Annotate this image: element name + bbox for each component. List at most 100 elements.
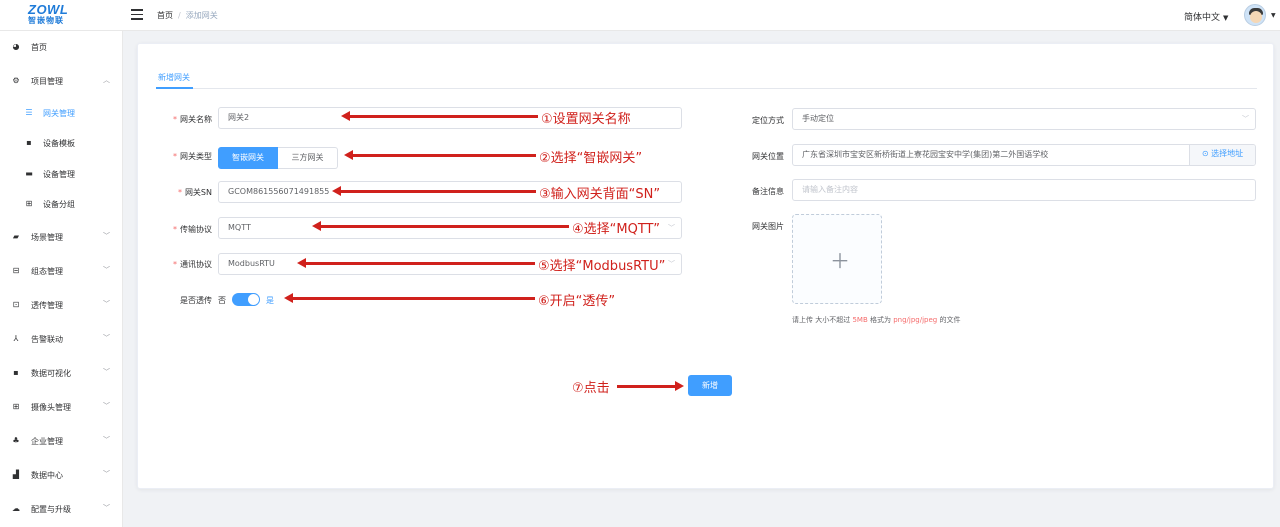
comm-protocol-label: * 通讯协议 [173, 260, 212, 269]
logo-subtitle: 智嵌物联 [28, 16, 64, 25]
annotation-6: ⑥开启“透传” [538, 294, 616, 309]
chevron-down-icon: ﹀ [1242, 115, 1249, 123]
location-pin-icon: ⊙ [1201, 149, 1212, 158]
sidebar-item-alarm[interactable]: ⅄ 告警联动 ﹀ [0, 329, 123, 349]
type-option-third-party[interactable]: 三方网关 [278, 147, 338, 169]
breadcrumb-current: 添加网关 [185, 11, 218, 20]
locate-mode-label: 定位方式 [752, 116, 784, 125]
sidebar-item-label: 首页 [31, 43, 47, 52]
annotation-arrow-2 [344, 150, 536, 160]
enterprise-icon: ♣ [12, 436, 20, 445]
chevron-down-icon: ﹀ [103, 232, 110, 240]
chevron-down-icon: ﹀ [103, 334, 110, 342]
pick-address-button[interactable]: ⊙ 选择地址 [1189, 145, 1255, 165]
sidebar-item-label: 项目管理 [31, 77, 63, 86]
sidebar-item-upgrade[interactable]: ☁ 配置与升级 ﹀ [0, 499, 123, 519]
logo-brand: ZOWL [28, 2, 69, 17]
passthrough-on-label[interactable]: 是 [266, 295, 274, 306]
chevron-down-icon: ﹀ [103, 368, 110, 376]
tab-add-gateway[interactable]: 新增网关 [158, 72, 190, 83]
gateway-icon: ☰ [25, 108, 33, 117]
sidebar-item-config[interactable]: ⊟ 组态管理 ﹀ [0, 261, 123, 281]
device-icon: ▬ [25, 169, 33, 178]
passthrough-label: 是否透传 [180, 296, 212, 305]
language-label: 简体中文 [1184, 13, 1221, 23]
sidebar-item-gateway[interactable]: ☰ 网关管理 [0, 103, 123, 123]
gateway-name-label: * 网关名称 [173, 115, 212, 124]
sidebar-item-passthrough[interactable]: ⊡ 透传管理 ﹀ [0, 295, 123, 315]
annotation-3: ③输入网关背面“SN” [539, 187, 661, 202]
project-icon: ⚙ [12, 76, 20, 85]
sidebar-item-label: 场景管理 [31, 233, 63, 242]
sidebar: ◕ 首页 ⚙ 项目管理 ︿ ☰ 网关管理 ▪ 设备模板 ▬ 设备管理 ⊞ 设备分组 ▰ 场景管理… [0, 31, 123, 527]
sidebar-item-label: 设备分组 [43, 200, 75, 209]
chevron-down-icon: ﹀ [103, 436, 110, 444]
locate-mode-select[interactable]: 手动定位 ﹀ [792, 108, 1256, 130]
tab-active-indicator [156, 87, 193, 89]
scene-icon: ▰ [12, 232, 20, 241]
sidebar-item-label: 设备模板 [43, 139, 75, 148]
submit-button[interactable]: 新增 [688, 375, 732, 396]
upgrade-icon: ☁ [12, 504, 20, 513]
visual-icon: ▪ [13, 368, 19, 377]
gateway-type-label: * 网关类型 [173, 152, 212, 161]
chevron-down-icon: ﹀ [103, 504, 110, 512]
passthrough-off-label[interactable]: 否 [218, 295, 226, 306]
sidebar-item-label: 设备管理 [43, 170, 75, 179]
plus-icon: ＋ [830, 249, 850, 273]
sidebar-item-data-center[interactable]: ▟ 数据中心 ﹀ [0, 465, 123, 485]
tab-divider [156, 88, 1257, 89]
upload-hint: 请上传 大小不超过 5MB 格式为 png/jpg/jpeg 的文件 [792, 316, 961, 324]
chevron-down-icon: ﹀ [668, 224, 675, 232]
annotation-7: ⑦点击 [572, 381, 610, 396]
sidebar-item-camera[interactable]: ⊞ 摄像头管理 ﹀ [0, 397, 123, 417]
passthrough-toggle[interactable] [232, 293, 260, 306]
sidebar-item-label: 网关管理 [43, 109, 75, 118]
sidebar-item-visual[interactable]: ▪ 数据可视化 ﹀ [0, 363, 123, 383]
logo[interactable]: ZOWL 智嵌物联 [28, 3, 80, 27]
avatar[interactable] [1244, 4, 1266, 26]
config-icon: ⊟ [12, 266, 20, 275]
remark-input[interactable]: 请输入备注内容 [792, 179, 1256, 201]
sidebar-item-label: 告警联动 [31, 335, 63, 344]
sidebar-item-enterprise[interactable]: ♣ 企业管理 ﹀ [0, 431, 123, 451]
caret-down-icon: ▼ [1223, 14, 1229, 22]
language-selector[interactable]: 简体中文 ▼ [1184, 10, 1228, 23]
transport-protocol-label: * 传输协议 [173, 225, 212, 234]
gateway-image-label: 网关图片 [752, 222, 784, 231]
chevron-down-icon: ﹀ [103, 300, 110, 308]
annotation-arrow-3 [332, 186, 536, 196]
breadcrumb-home[interactable]: 首页 [157, 11, 173, 20]
sidebar-item-device-group[interactable]: ⊞ 设备分组 [0, 194, 123, 214]
sidebar-item-device[interactable]: ▬ 设备管理 [0, 164, 123, 184]
gateway-location-input[interactable]: 广东省深圳市宝安区新桥街道上寮花园宝安中学(集团)第二外国语学校 ⊙ 选择地址 [792, 144, 1256, 166]
gateway-sn-label: * 网关SN [177, 188, 212, 197]
sidebar-item-scene[interactable]: ▰ 场景管理 ﹀ [0, 227, 123, 247]
annotation-arrow-6 [284, 293, 535, 303]
group-icon: ⊞ [25, 199, 33, 208]
top-bar: ZOWL 智嵌物联 首页 / 添加网关 简体中文 ▼ ▼ [0, 0, 1280, 31]
annotation-arrow-4 [312, 221, 569, 231]
alarm-icon: ⅄ [13, 334, 19, 343]
sidebar-item-home[interactable]: ◕ 首页 [0, 37, 123, 57]
chevron-up-icon: ︿ [103, 76, 110, 84]
grid-icon: ▪ [26, 138, 32, 147]
sidebar-item-label: 配置与升级 [31, 505, 71, 514]
chevron-down-icon: ﹀ [103, 266, 110, 274]
avatar-caret-icon[interactable]: ▼ [1271, 12, 1276, 19]
image-upload[interactable]: ＋ [792, 214, 882, 304]
menu-toggle-icon[interactable] [131, 9, 143, 20]
sidebar-item-label: 企业管理 [31, 437, 63, 446]
chevron-down-icon: ﹀ [103, 402, 110, 410]
remark-label: 备注信息 [752, 187, 784, 196]
breadcrumb: 首页 / 添加网关 [157, 11, 218, 20]
sidebar-item-device-template[interactable]: ▪ 设备模板 [0, 133, 123, 153]
chevron-down-icon: ﹀ [668, 260, 675, 268]
sidebar-item-project[interactable]: ⚙ 项目管理 ︿ [0, 71, 123, 91]
annotation-arrow-7 [617, 381, 684, 391]
add-gateway-card: 新增网关 * 网关名称 网关2 * 网关类型 智嵌网关 三方网关 * 网关SN GCO… [137, 43, 1274, 489]
annotation-arrow-1 [341, 111, 538, 121]
type-option-zhiqian[interactable]: 智嵌网关 [218, 147, 278, 169]
sidebar-item-label: 数据中心 [31, 471, 63, 480]
sidebar-item-label: 组态管理 [31, 267, 63, 276]
